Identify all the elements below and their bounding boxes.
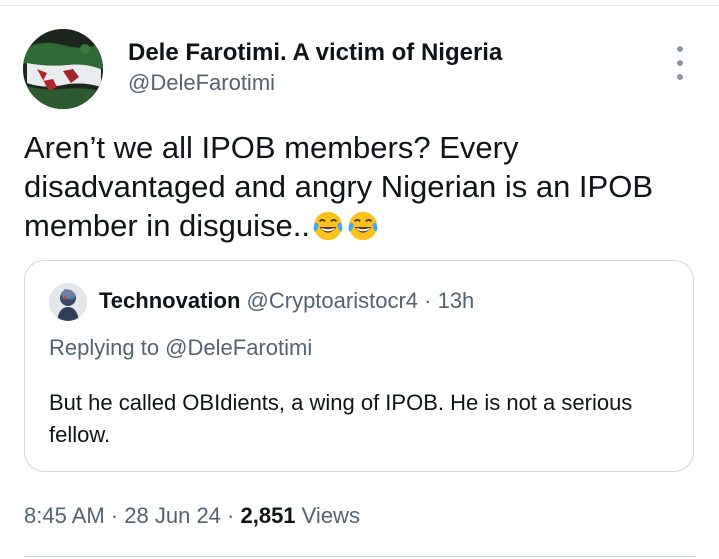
quote-text: But he called OBIdients, a wing of IPOB.… [49,390,633,447]
views-count[interactable]: 2,851 [240,503,295,528]
more-vertical-icon[interactable] [668,46,692,80]
meta-separator: · [220,503,241,528]
tweet-time[interactable]: 8:45 AM [24,503,105,528]
quote-author-name[interactable]: Technovation [99,288,240,313]
quote-time[interactable]: 13h [438,288,475,313]
more-dot [677,60,683,66]
quote-separator: · [418,288,438,313]
views-label: Views [295,503,360,528]
more-dot [677,46,683,52]
meta-separator: · [104,503,125,528]
top-divider [0,5,719,6]
face-with-tears-of-joy-icon [313,211,343,241]
author-avatar-image [23,29,103,109]
more-dot [677,74,683,80]
author-handle[interactable]: @DeleFarotimi [128,70,275,96]
face-with-tears-of-joy-icon [348,211,378,241]
quoted-tweet[interactable]: Technovation @Cryptoaristocr4 · 13h Repl… [24,260,694,472]
quote-author-avatar[interactable] [49,283,87,321]
tweet-text: Aren’t we all IPOB members? Every disadv… [24,128,694,245]
quote-header: Technovation @Cryptoaristocr4 · 13h [99,288,474,314]
author-name[interactable]: Dele Farotimi. A victim of Nigeria [128,39,502,67]
author-avatar[interactable] [23,29,103,109]
bottom-divider [24,556,696,557]
tweet-meta: 8:45 AM · 28 Jun 24 · 2,851 Views [24,503,360,529]
quote-avatar-image [49,283,87,321]
tweet-date[interactable]: 28 Jun 24 [124,503,221,528]
quote-author-handle[interactable]: @Cryptoaristocr4 [247,288,419,313]
quote-replying-to: Replying to @DeleFarotimi [49,335,313,360]
